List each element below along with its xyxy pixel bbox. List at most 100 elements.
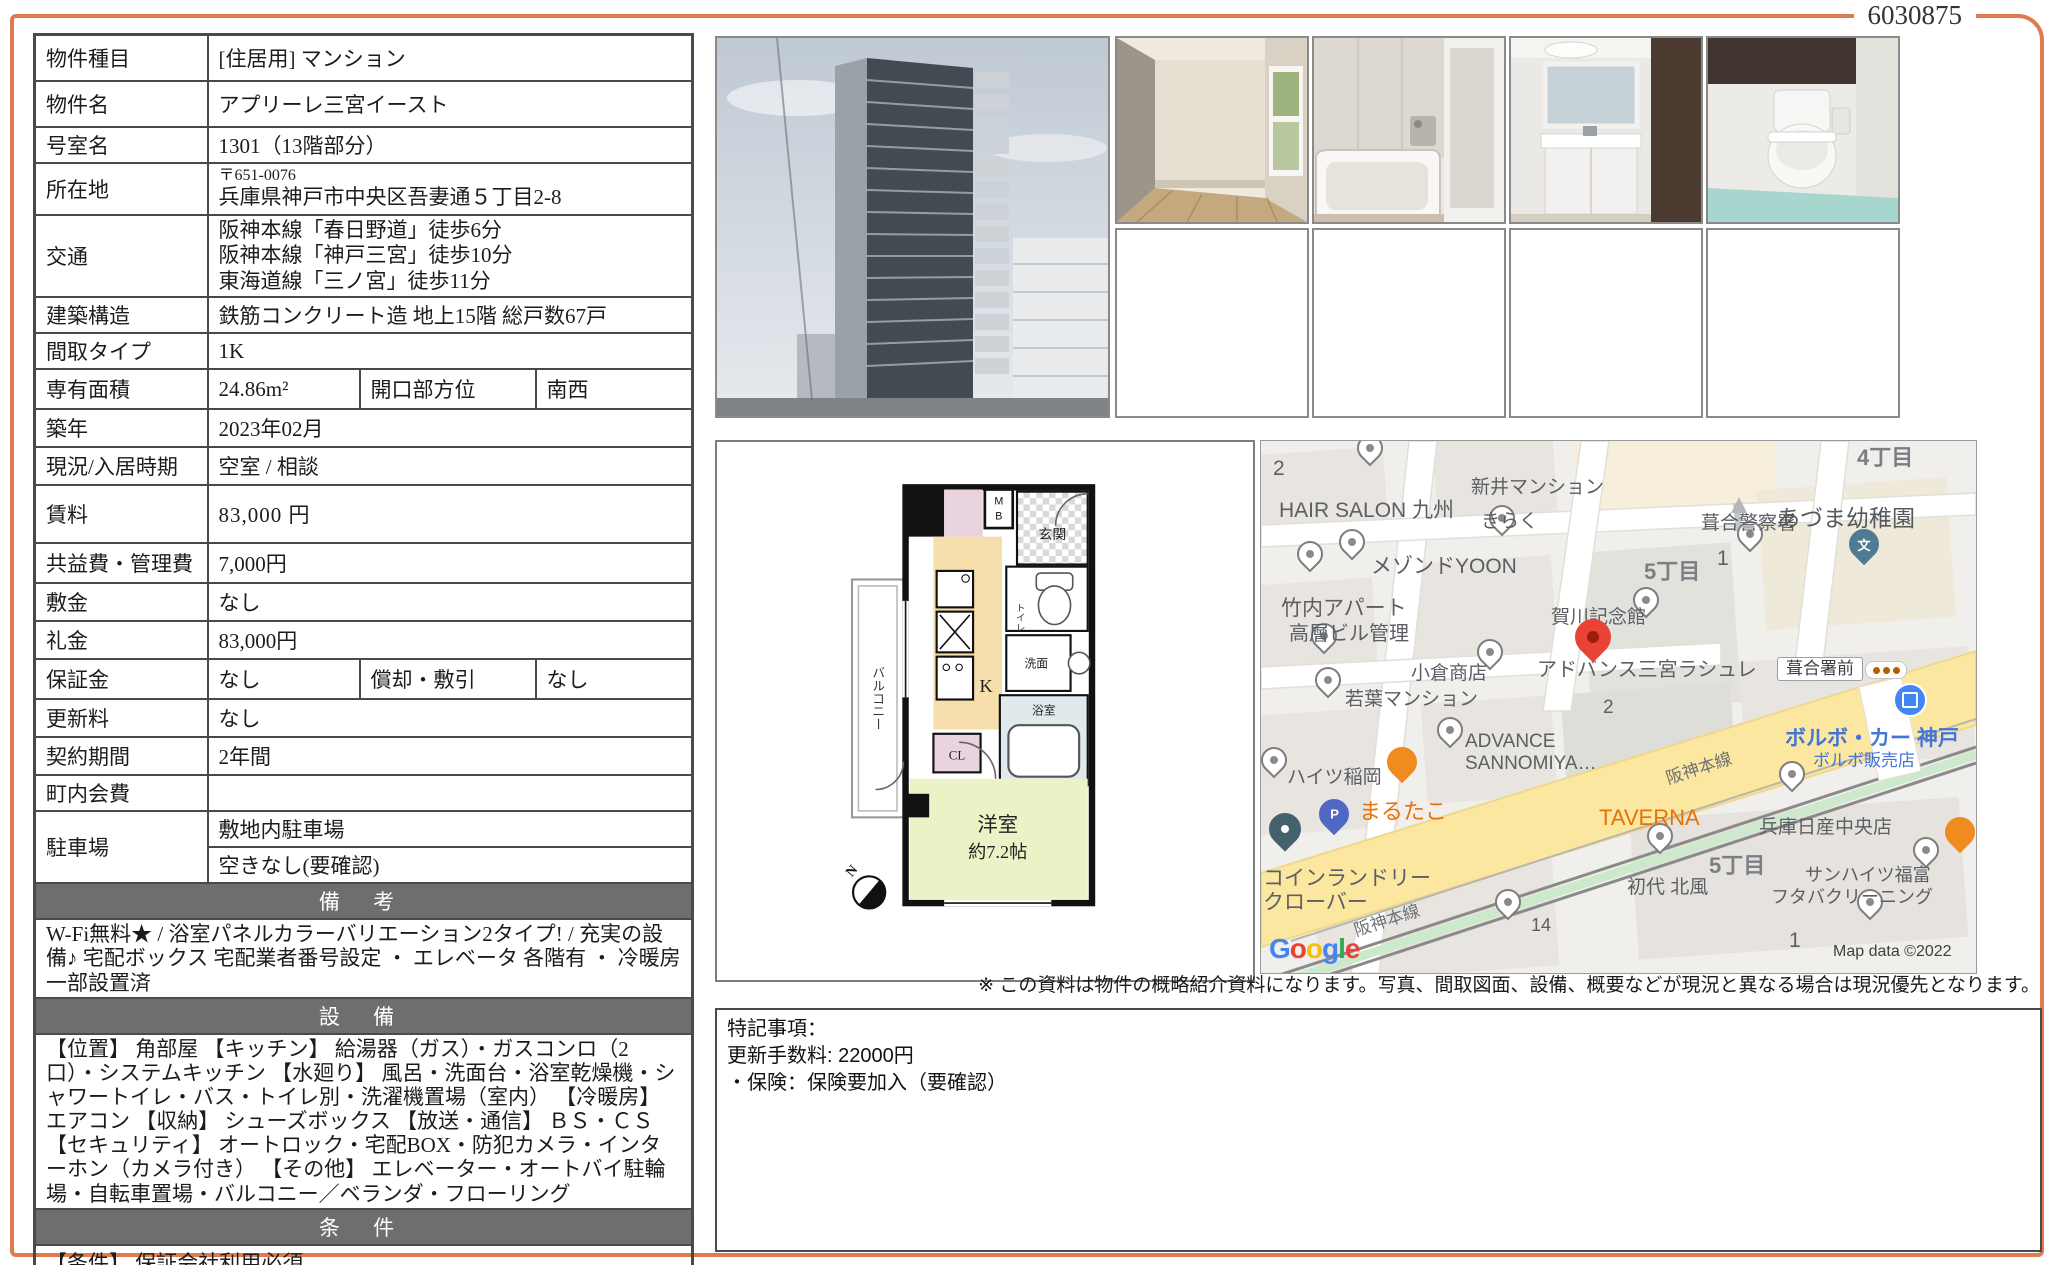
status-value: 空室 / 相談 [208, 447, 693, 485]
table-row: 町内会費 [35, 775, 693, 811]
mb-label: M [994, 496, 1003, 508]
map-label: 高層ビル管理 [1289, 623, 1409, 646]
table-row: 備 考 [35, 883, 693, 919]
structure-label: 建築構造 [35, 297, 208, 333]
table-row: 礼金 83,000円 [35, 621, 693, 659]
map-label: 1 [1717, 547, 1729, 571]
kitchen-label: K [980, 676, 993, 696]
map-label-district: 4丁目 [1857, 445, 1913, 470]
renewal-value: なし [208, 699, 693, 737]
special-notes-line: ・保険：保険要加入（要確認） [727, 1070, 2030, 1097]
map-label: きらく [1481, 511, 1538, 533]
room-value: 1301（13階部分） [208, 127, 693, 163]
map-label-restaurant: TAVERNA [1599, 805, 1700, 830]
parking-line2: 空きなし(要確認) [208, 847, 693, 883]
table-row: W-Fi無料★ / 浴室パネルカラーバリエーション2タイプ! / 充実の設備♪ … [35, 919, 693, 997]
road [717, 398, 1108, 416]
empty-photo-box [1509, 228, 1703, 418]
parking-label: 駐車場 [35, 811, 208, 883]
guarantee-value: なし [208, 659, 360, 699]
term-label: 契約期間 [35, 737, 208, 775]
disclaimer-note: ※ この資料は物件の概略紹介資料になります。写真、間取図面、設備、概要などが現況… [840, 970, 2040, 997]
photo-washbasin [1509, 36, 1703, 224]
main-room-label: 洋室 [977, 813, 1018, 836]
empty-photo-box [1312, 228, 1506, 418]
amortization-label: 償却・敷引 [360, 659, 536, 699]
google-logo: Google [1269, 933, 1359, 965]
svg-text:B: B [995, 511, 1002, 523]
deposit-label: 敷金 [35, 583, 208, 621]
bus-route-icon [1865, 661, 1907, 679]
amortization-value: なし [536, 659, 693, 699]
map-attribution: Map data ©2022 [1833, 943, 1952, 961]
basin [1068, 652, 1089, 673]
association-label: 町内会費 [35, 775, 208, 811]
property-type-label: 物件種目 [35, 35, 208, 81]
photo-room [1115, 36, 1309, 224]
map-label-district: 5丁目 [1644, 559, 1700, 584]
map-label: 2 [1603, 697, 1614, 719]
mb-label: B [995, 511, 1002, 523]
table-row: 賃料 83,000 円 [35, 485, 693, 543]
map-label: ADVANCE SANNOMIYA… [1465, 731, 1597, 775]
google-letter: e [1345, 933, 1360, 964]
map-label-blue: ボルボ販売店 [1813, 751, 1915, 771]
location-map: 4丁目 2 HAIR SALON 九州 新井マンション きらく メゾンドYOON… [1260, 440, 1977, 974]
table-row: 物件種目 [住居用] マンション [35, 35, 693, 81]
table-row: 敷金 なし [35, 583, 693, 621]
toilet-bowl [1038, 586, 1070, 625]
direction-label: 開口部方位 [360, 369, 536, 409]
map-label-property: アドバンス三宮ラシュレ [1537, 659, 1757, 682]
table-row: 保証金 なし 償却・敷引 なし [35, 659, 693, 699]
map-label: HAIR SALON 九州 [1279, 499, 1454, 523]
building-facade [867, 58, 973, 400]
table-row: 交通 阪神本線「春日野道」徒歩6分 阪神本線「神戸三宮」徒歩10分 東海道線「三… [35, 215, 693, 298]
table-row: 設 備 [35, 998, 693, 1034]
store-pin-icon [1893, 683, 1927, 717]
equipment-text: 【位置】 角部屋 【キッチン】 給湯器（ガス）・ガスコンロ（2口）・システムキッ… [35, 1034, 693, 1209]
building-photo [715, 36, 1110, 418]
access-value: 阪神本線「春日野道」徒歩6分 阪神本線「神戸三宮」徒歩10分 東海道線「三ノ宮」… [208, 215, 693, 298]
google-letter: o [1290, 933, 1306, 964]
address-value: 〒651-0076 兵庫県神戸市中央区吾妻通５丁目2-8 [208, 163, 693, 215]
google-letter: o [1306, 933, 1322, 964]
map-label: 小倉商店 [1411, 663, 1487, 685]
photo-toilet [1706, 36, 1900, 224]
table-row: 【条件】 保証会社利用必須 [35, 1245, 693, 1265]
conditions-header: 条 件 [35, 1209, 693, 1245]
guarantee-label: 保証金 [35, 659, 208, 699]
table-row: 更新料 なし [35, 699, 693, 737]
low-building [797, 334, 835, 400]
building-photo-image [717, 38, 1108, 416]
rent-value: 83,000 円 [208, 485, 693, 543]
map-label-bus-stop: 葺合署前 [1777, 657, 1863, 681]
map-label: 1 [1789, 929, 1801, 953]
table-row: 間取タイプ 1K [35, 333, 693, 369]
access-line: 阪神本線「春日野道」徒歩6分 [219, 218, 682, 244]
table-row: 専有面積 24.86m² 開口部方位 南西 [35, 369, 693, 409]
table-row: 【位置】 角部屋 【キッチン】 給湯器（ガス）・ガスコンロ（2口）・システムキッ… [35, 1034, 693, 1209]
term-value: 2年間 [208, 737, 693, 775]
bath-label: 浴室 [1032, 704, 1056, 718]
access-label: 交通 [35, 215, 208, 298]
table-row: 所在地 〒651-0076 兵庫県神戸市中央区吾妻通５丁目2-8 [35, 163, 693, 215]
address-label: 所在地 [35, 163, 208, 215]
built-label: 築年 [35, 409, 208, 447]
layout-value: 1K [208, 333, 693, 369]
parking-line1: 敷地内駐車場 [208, 811, 693, 847]
direction-value: 南西 [536, 369, 693, 409]
table-row: 共益費・管理費 7,000円 [35, 543, 693, 583]
table-row: 駐車場 敷地内駐車場 [35, 811, 693, 847]
structure-value: 鉄筋コンクリート造 地上15階 総戸数67戸 [208, 297, 693, 333]
floorplan-drawing: バルコニー M B 玄関 K [837, 472, 1137, 942]
table-row: 物件名 アプリーレ三宮イースト [35, 81, 693, 127]
north-arrow-icon: N [843, 863, 891, 915]
map-label: 2 [1273, 457, 1285, 481]
map-label: メゾンドYOON [1371, 555, 1517, 579]
washroom-label: 洗面 [1025, 657, 1049, 670]
equipment-header: 設 備 [35, 998, 693, 1034]
table-row: 号室名 1301（13階部分） [35, 127, 693, 163]
property-name-label: 物件名 [35, 81, 208, 127]
entrance-label: 玄関 [1038, 526, 1066, 543]
special-notes-box: 特記事項： 更新手数料: 22000円 ・保険：保険要加入（要確認） [715, 1008, 2042, 1252]
